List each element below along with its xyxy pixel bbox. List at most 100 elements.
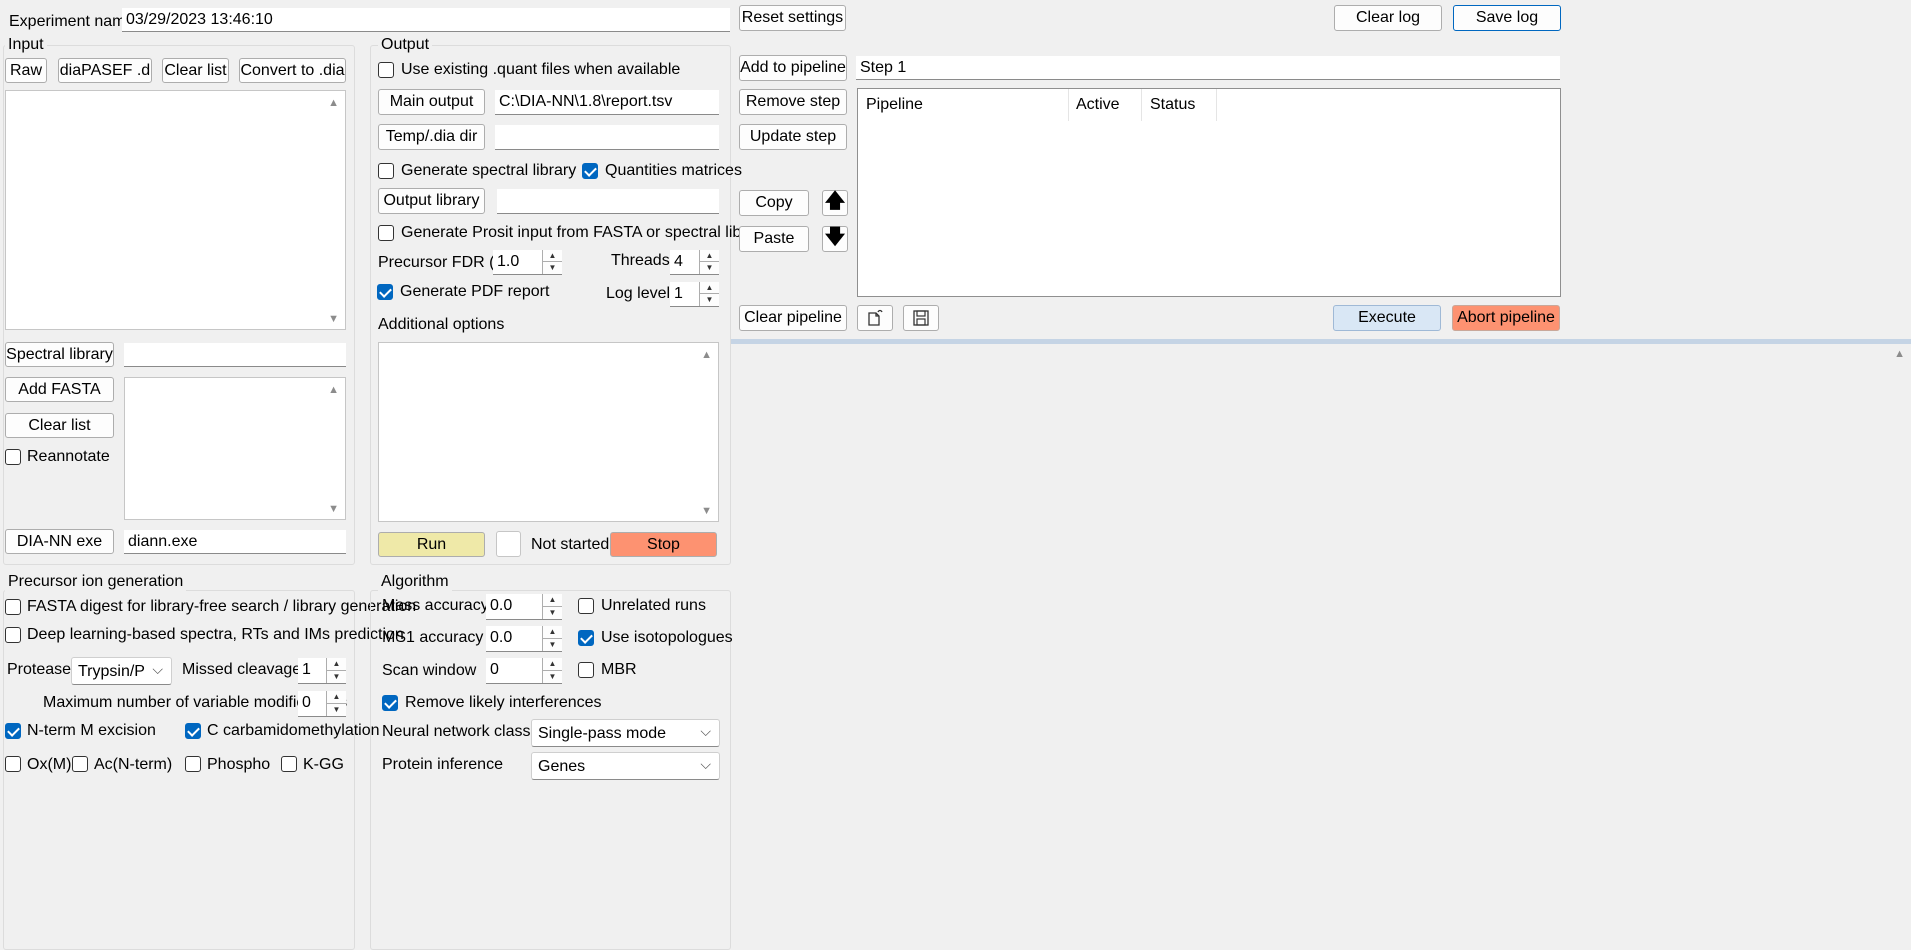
c-carbamidomethylation-checkbox[interactable] — [185, 723, 201, 739]
convert-to-dia-button[interactable]: Convert to .dia — [239, 58, 346, 83]
spin-up-icon[interactable]: ▲ — [700, 250, 719, 262]
output-library-input[interactable] — [497, 189, 719, 214]
spin-down-icon[interactable]: ▼ — [543, 671, 562, 684]
clear-pipeline-button[interactable]: Clear pipeline — [739, 305, 847, 331]
deep-learning-checkbox[interactable] — [5, 627, 21, 643]
experiment-name-input[interactable]: 03/29/2023 13:46:10 — [122, 8, 730, 32]
spin-down-icon[interactable]: ▼ — [700, 294, 719, 306]
use-existing-quant-checkbox[interactable] — [378, 62, 394, 78]
output-library-button[interactable]: Output library — [378, 188, 485, 214]
add-to-pipeline-button[interactable]: Add to pipeline — [739, 55, 847, 81]
scan-window-value: 0 — [490, 661, 499, 678]
scroll-down-icon[interactable]: ▼ — [328, 313, 339, 325]
mass-accuracy-spinner[interactable]: 0.0 ▲ ▼ — [486, 594, 562, 620]
spin-down-icon[interactable]: ▼ — [700, 262, 719, 274]
fasta-digest-checkbox[interactable] — [5, 599, 21, 615]
reset-settings-button[interactable]: Reset settings — [739, 5, 846, 31]
chevron-down-icon: ⌵ — [700, 723, 711, 739]
pipeline-table[interactable]: Pipeline Active Status — [857, 88, 1561, 297]
log-level-value: 1 — [674, 285, 683, 302]
move-up-icon[interactable]: 🡅 — [822, 190, 848, 216]
clear-log-button[interactable]: Clear log — [1334, 5, 1442, 31]
nn-classifier-select[interactable]: Single-pass mode ⌵ — [531, 719, 720, 747]
move-down-icon[interactable]: 🡇 — [822, 226, 848, 252]
abort-pipeline-button[interactable]: Abort pipeline — [1452, 305, 1560, 331]
spin-up-icon[interactable]: ▲ — [543, 626, 562, 639]
spin-down-icon[interactable]: ▼ — [543, 607, 562, 620]
stop-button[interactable]: Stop — [610, 532, 717, 557]
spectral-library-button[interactable]: Spectral library — [5, 342, 114, 367]
scroll-down-icon[interactable]: ▼ — [701, 505, 712, 517]
protease-select[interactable]: Trypsin/P ⌵ — [71, 657, 172, 685]
max-var-mods-spinner[interactable]: 0 ▲ ▼ — [298, 691, 346, 717]
spin-up-icon[interactable]: ▲ — [327, 658, 346, 671]
unrelated-runs-checkbox[interactable] — [578, 598, 594, 614]
precursor-fdr-spinner[interactable]: 1.0 ▲ ▼ — [493, 250, 562, 275]
spectral-library-input[interactable] — [124, 343, 346, 367]
phospho-checkbox[interactable] — [185, 756, 201, 772]
threads-spinner[interactable]: 4 ▲ ▼ — [670, 250, 719, 275]
scroll-up-icon[interactable]: ▲ — [328, 384, 339, 396]
missed-cleavages-spinner[interactable]: 1 ▲ ▼ — [298, 658, 346, 684]
raw-button[interactable]: Raw — [5, 58, 47, 83]
spin-down-icon[interactable]: ▼ — [327, 704, 346, 717]
quantities-matrices-checkbox[interactable] — [582, 163, 598, 179]
ox-m-checkbox[interactable] — [5, 756, 21, 772]
spin-up-icon[interactable]: ▲ — [700, 282, 719, 294]
remove-interferences-checkbox[interactable] — [382, 695, 398, 711]
generate-pdf-checkbox[interactable] — [377, 284, 393, 300]
scroll-up-icon[interactable]: ▲ — [328, 97, 339, 109]
update-step-button[interactable]: Update step — [739, 124, 847, 150]
scroll-up-icon[interactable]: ▲ — [1894, 348, 1905, 360]
mass-accuracy-value: 0.0 — [490, 597, 513, 614]
spin-down-icon[interactable]: ▼ — [327, 671, 346, 684]
diann-exe-button[interactable]: DIA-NN exe — [5, 529, 114, 554]
save-pipeline-icon[interactable] — [903, 305, 939, 331]
spin-up-icon[interactable]: ▲ — [543, 658, 562, 671]
step-name-input[interactable]: Step 1 — [856, 56, 1560, 80]
scan-window-spinner[interactable]: 0 ▲ ▼ — [486, 658, 562, 684]
ms1-accuracy-spinner[interactable]: 0.0 ▲ ▼ — [486, 626, 562, 652]
status-column-header[interactable]: Status — [1150, 95, 1195, 115]
clear-list-button[interactable]: Clear list — [162, 58, 229, 83]
k-gg-checkbox[interactable] — [281, 756, 297, 772]
additional-options-textarea[interactable]: ▲ ▼ — [378, 342, 719, 522]
generate-prosit-checkbox[interactable] — [378, 225, 394, 241]
diapasef-button[interactable]: diaPASEF .d — [58, 58, 152, 83]
scroll-down-icon[interactable]: ▼ — [328, 503, 339, 515]
use-isotopologues-checkbox[interactable] — [578, 630, 594, 646]
reannotate-checkbox[interactable] — [5, 449, 21, 465]
run-button[interactable]: Run — [378, 532, 485, 557]
log-area[interactable]: ▲ — [731, 344, 1911, 949]
scroll-up-icon[interactable]: ▲ — [701, 349, 712, 361]
spin-down-icon[interactable]: ▼ — [543, 262, 562, 274]
spin-up-icon[interactable]: ▲ — [543, 594, 562, 607]
log-level-spinner[interactable]: 1 ▲ ▼ — [670, 282, 719, 307]
add-fasta-button[interactable]: Add FASTA — [5, 377, 114, 402]
clear-fasta-list-button[interactable]: Clear list — [5, 413, 114, 438]
temp-dir-button[interactable]: Temp/.dia dir — [378, 124, 485, 150]
copy-button[interactable]: Copy — [739, 190, 809, 216]
main-output-input[interactable]: C:\DIA-NN\1.8\report.tsv — [495, 90, 719, 115]
active-column-header[interactable]: Active — [1076, 95, 1120, 115]
save-log-button[interactable]: Save log — [1453, 5, 1561, 31]
temp-dir-input[interactable] — [495, 125, 719, 150]
spin-up-icon[interactable]: ▲ — [327, 691, 346, 704]
generate-spectral-library-checkbox[interactable] — [378, 163, 394, 179]
raw-files-list[interactable]: ▲ ▼ — [5, 90, 346, 330]
protein-inference-select[interactable]: Genes ⌵ — [531, 752, 720, 780]
spin-down-icon[interactable]: ▼ — [543, 639, 562, 652]
phospho-label: Phospho — [207, 756, 271, 773]
diann-exe-input[interactable]: diann.exe — [124, 530, 346, 554]
ac-nterm-checkbox[interactable] — [72, 756, 88, 772]
fasta-list[interactable]: ▲ ▼ — [124, 377, 346, 520]
execute-button[interactable]: Execute — [1333, 305, 1441, 331]
main-output-button[interactable]: Main output — [378, 89, 485, 115]
spin-up-icon[interactable]: ▲ — [543, 250, 562, 262]
nterm-m-excision-checkbox[interactable] — [5, 723, 21, 739]
remove-step-button[interactable]: Remove step — [739, 89, 847, 115]
open-pipeline-icon[interactable] — [857, 305, 893, 331]
mbr-checkbox[interactable] — [578, 662, 594, 678]
pipeline-column-header[interactable]: Pipeline — [866, 95, 923, 115]
paste-button[interactable]: Paste — [739, 226, 809, 252]
